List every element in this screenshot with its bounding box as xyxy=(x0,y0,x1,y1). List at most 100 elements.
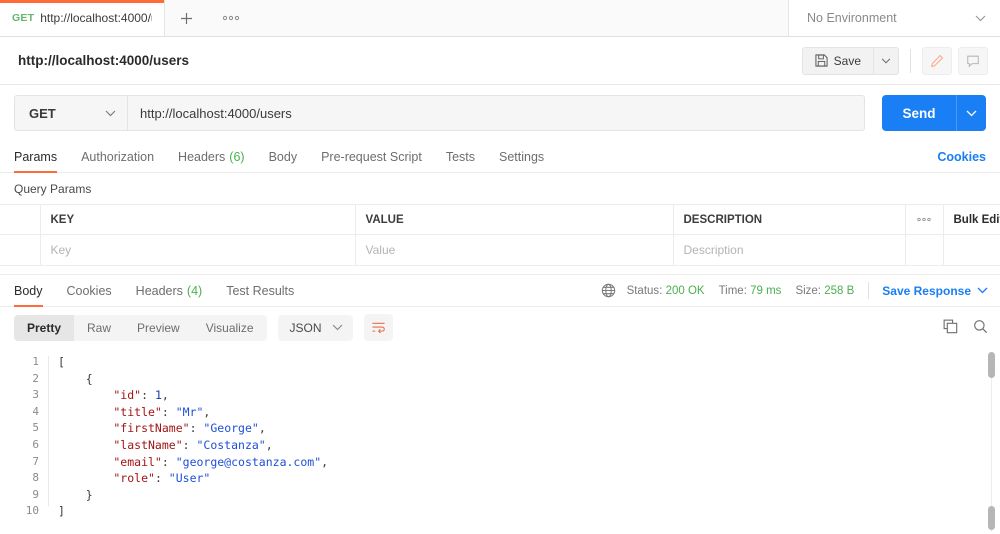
request-tab[interactable]: GET http://localhost:4000/use xyxy=(0,0,165,36)
scrollbar-thumb-bottom[interactable] xyxy=(988,506,995,530)
http-method-selector[interactable]: GET xyxy=(14,95,127,131)
param-value-cell[interactable]: Value xyxy=(355,235,673,266)
view-pretty[interactable]: Pretty xyxy=(14,315,74,341)
save-options-button[interactable] xyxy=(873,47,899,75)
copy-button[interactable] xyxy=(943,319,958,337)
send-button-group: Send xyxy=(882,95,986,131)
send-options-button[interactable] xyxy=(956,95,986,131)
ellipsis-icon xyxy=(916,217,932,222)
param-description-placeholder: Description xyxy=(684,243,744,257)
param-key-cell[interactable]: Key xyxy=(40,235,355,266)
tab-settings[interactable]: Settings xyxy=(499,141,544,173)
comment-button[interactable] xyxy=(958,47,988,75)
environment-value: No Environment xyxy=(807,11,897,25)
search-icon xyxy=(973,319,988,334)
code-line: "email": "george@costanza.com", xyxy=(58,454,1000,471)
params-options-button[interactable] xyxy=(905,205,943,235)
code-line: } xyxy=(58,487,1000,504)
line-number: 9 xyxy=(0,487,48,504)
toolbar-divider xyxy=(910,49,911,73)
url-bar: GET Send xyxy=(0,85,1000,141)
tab-body-label: Body xyxy=(269,150,298,164)
response-tab-body[interactable]: Body xyxy=(14,275,43,307)
new-tab-button[interactable] xyxy=(165,0,209,36)
send-button[interactable]: Send xyxy=(882,95,956,131)
view-raw[interactable]: Raw xyxy=(74,315,124,341)
response-tab-headers[interactable]: Headers (4) xyxy=(136,275,203,307)
row-options-cell[interactable] xyxy=(905,235,943,266)
code-line: "role": "User" xyxy=(58,470,1000,487)
pencil-icon xyxy=(930,54,944,68)
tab-tests-label: Tests xyxy=(446,150,475,164)
cookies-link[interactable]: Cookies xyxy=(937,150,986,164)
row-checkbox-cell[interactable] xyxy=(0,235,40,266)
response-language-value: JSON xyxy=(290,321,322,335)
response-tab-cookies[interactable]: Cookies xyxy=(67,275,112,307)
time-label: Time: xyxy=(719,285,747,297)
save-response-label: Save Response xyxy=(882,284,971,298)
edit-request-button[interactable] xyxy=(922,47,952,75)
code-line: [ xyxy=(58,354,1000,371)
search-button[interactable] xyxy=(973,319,988,337)
save-button[interactable]: Save xyxy=(802,47,873,75)
floppy-disk-icon xyxy=(815,54,828,67)
tab-authorization[interactable]: Authorization xyxy=(81,141,154,173)
tab-params[interactable]: Params xyxy=(14,141,57,173)
copy-icon xyxy=(943,319,958,334)
status-value: 200 OK xyxy=(666,285,705,297)
response-tab-body-label: Body xyxy=(14,284,43,298)
time-badge: Time: 79 ms xyxy=(719,285,782,297)
tab-pre-request-script-label: Pre-request Script xyxy=(321,150,422,164)
view-preview[interactable]: Preview xyxy=(124,315,193,341)
status-badge: Status: 200 OK xyxy=(627,285,705,297)
tab-settings-label: Settings xyxy=(499,150,544,164)
chevron-down-icon xyxy=(332,324,343,331)
response-tab-cookies-label: Cookies xyxy=(67,284,112,298)
save-button-label: Save xyxy=(834,54,861,68)
line-number: 5 xyxy=(0,420,48,437)
param-key-placeholder: Key xyxy=(51,243,72,257)
bulk-edit-cell: Bulk Edit xyxy=(943,205,1000,235)
line-number: 10 xyxy=(0,503,48,520)
line-number: 4 xyxy=(0,404,48,421)
status-label: Status: xyxy=(627,285,663,297)
environment-selector[interactable]: No Environment xyxy=(788,0,1000,36)
word-wrap-button[interactable] xyxy=(364,314,393,341)
request-tab-method: GET xyxy=(12,12,34,24)
response-body-viewer[interactable]: 12345678910 [ { "id": 1, "title": "Mr", … xyxy=(0,348,1000,532)
request-tab-strip: GET http://localhost:4000/use No Environ… xyxy=(0,0,1000,37)
table-header-row: KEY VALUE DESCRIPTION Bulk Edit xyxy=(0,205,1000,235)
chevron-down-icon xyxy=(966,110,977,117)
save-response-button[interactable]: Save Response xyxy=(882,284,988,298)
response-language-selector[interactable]: JSON xyxy=(278,315,353,341)
tab-headers-label: Headers xyxy=(178,150,225,164)
tab-tests[interactable]: Tests xyxy=(446,141,475,173)
request-title-bar: http://localhost:4000/users Save xyxy=(0,37,1000,85)
tab-body[interactable]: Body xyxy=(269,141,298,173)
tab-pre-request-script[interactable]: Pre-request Script xyxy=(321,141,422,173)
response-tab-headers-label: Headers xyxy=(136,284,183,298)
time-value: 79 ms xyxy=(750,285,781,297)
query-params-table: KEY VALUE DESCRIPTION Bulk Edit Key Valu… xyxy=(0,204,1000,266)
word-wrap-icon xyxy=(371,321,386,334)
page-title: http://localhost:4000/users xyxy=(18,53,802,68)
chevron-down-icon xyxy=(977,287,988,294)
bulk-edit-button[interactable]: Bulk Edit xyxy=(954,214,1000,226)
row-trailing-cell xyxy=(943,235,1000,266)
response-body-scrollbar[interactable] xyxy=(988,352,995,532)
response-meta: Status: 200 OK Time: 79 ms Size: 258 B S… xyxy=(601,282,988,299)
code-line: "id": 1, xyxy=(58,387,1000,404)
code-line: "firstName": "George", xyxy=(58,420,1000,437)
response-tab-test-results[interactable]: Test Results xyxy=(226,275,294,307)
tab-options-button[interactable] xyxy=(209,0,253,36)
chevron-down-icon xyxy=(975,15,986,22)
scrollbar-thumb-top[interactable] xyxy=(988,352,995,378)
url-input[interactable] xyxy=(127,95,865,131)
param-description-cell[interactable]: Description xyxy=(673,235,905,266)
tab-headers[interactable]: Headers (6) xyxy=(178,141,245,173)
response-tab-test-results-label: Test Results xyxy=(226,284,294,298)
view-visualize[interactable]: Visualize xyxy=(193,315,267,341)
line-number: 8 xyxy=(0,470,48,487)
size-badge: Size: 258 B xyxy=(795,285,854,297)
line-number: 2 xyxy=(0,371,48,388)
